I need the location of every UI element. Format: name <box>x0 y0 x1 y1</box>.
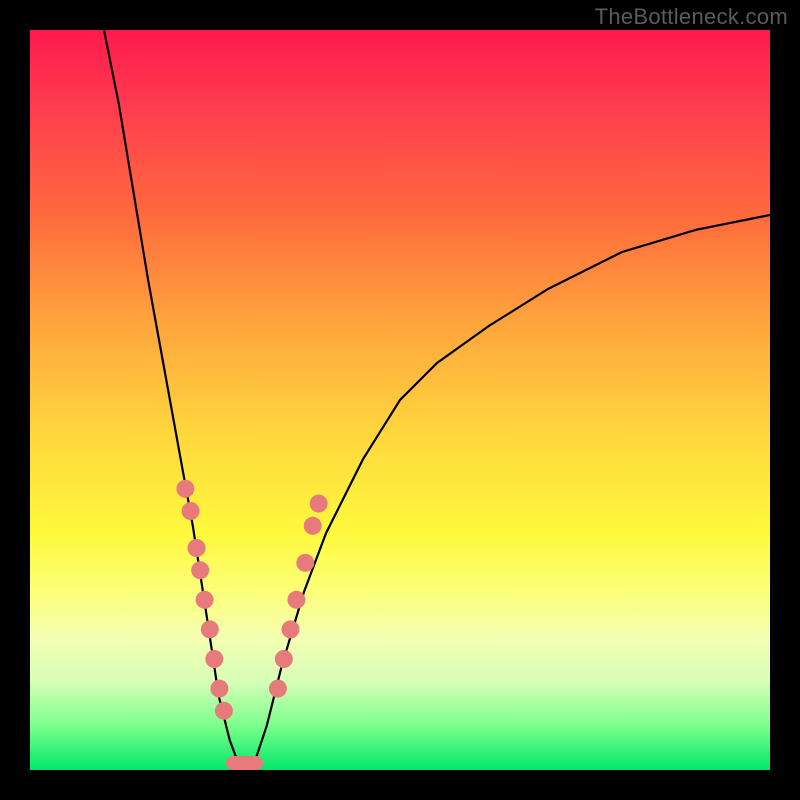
valley-marker-cluster <box>226 756 263 770</box>
marker-left-0 <box>176 480 194 498</box>
watermark-text: TheBottleneck.com <box>595 4 788 30</box>
marker-right-4 <box>296 554 314 572</box>
marker-left-6 <box>205 650 223 668</box>
marker-left-7 <box>210 680 228 698</box>
chart-svg <box>30 30 770 770</box>
marker-left-4 <box>196 591 214 609</box>
marker-left-8 <box>215 702 233 720</box>
marker-left-5 <box>201 620 219 638</box>
marker-right-3 <box>287 591 305 609</box>
marker-right-0 <box>269 680 287 698</box>
plot-area <box>30 30 770 770</box>
marker-left-3 <box>191 561 209 579</box>
marker-left-2 <box>188 539 206 557</box>
chart-frame: TheBottleneck.com <box>0 0 800 800</box>
marker-right-1 <box>275 650 293 668</box>
marker-right-5 <box>304 517 322 535</box>
marker-left-1 <box>182 502 200 520</box>
marker-right-6 <box>310 495 328 513</box>
marker-right-2 <box>282 620 300 638</box>
curve-right-curve <box>252 215 770 770</box>
